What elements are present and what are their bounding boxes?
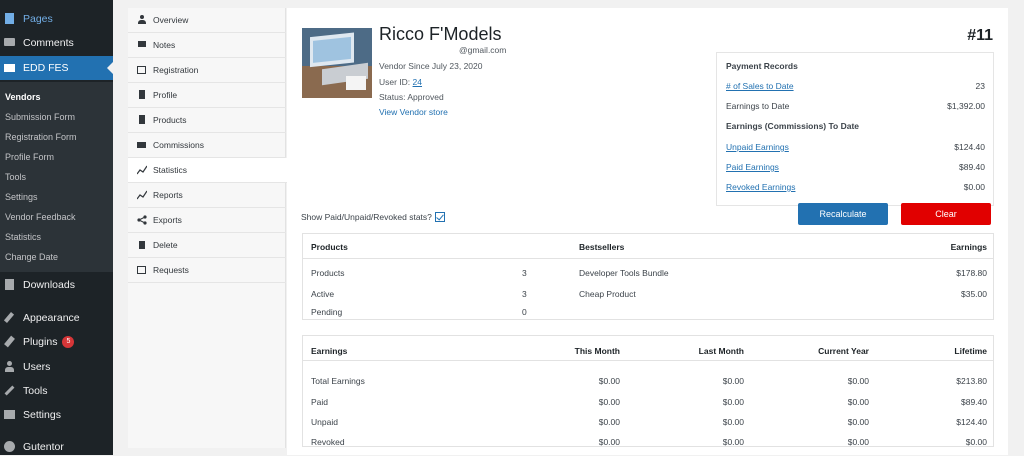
- list-icon: [137, 65, 147, 75]
- view-vendor-store-link[interactable]: View Vendor store: [379, 107, 448, 117]
- submenu-vendors[interactable]: Vendors: [5, 92, 41, 102]
- commissions-title: Earnings (Commissions) To Date: [726, 121, 860, 131]
- vendor-tab-products[interactable]: Products: [128, 108, 286, 133]
- chart-line-icon: [136, 165, 148, 175]
- products-summary-box: Products Bestsellers Earnings Products 3…: [302, 233, 994, 320]
- unpaid-earnings-row: Unpaid Earnings $124.40: [726, 142, 985, 152]
- document-icon: [137, 90, 147, 100]
- col-products: Products: [311, 242, 348, 252]
- unpaid-earnings-link[interactable]: Unpaid Earnings: [726, 142, 789, 152]
- vendor-tab-reports[interactable]: Reports: [128, 183, 286, 208]
- wrench-icon: [4, 385, 16, 397]
- share-icon: [137, 215, 147, 225]
- vendor-tab-profile[interactable]: Profile: [128, 83, 286, 108]
- earnings-summary-header: Earnings This Month Last Month Current Y…: [303, 336, 993, 361]
- col-bestsellers: Bestsellers: [579, 242, 625, 252]
- users-icon: [4, 361, 16, 373]
- gutentor-icon: [4, 441, 16, 453]
- products-summary-header: Products Bestsellers Earnings: [303, 234, 993, 259]
- submenu-profile-form[interactable]: Profile Form: [5, 152, 54, 162]
- comment-icon: [137, 40, 147, 50]
- col-lifetime: Lifetime: [954, 346, 987, 356]
- payment-records-box: Payment Records # of Sales to Date 23 Ea…: [716, 52, 994, 206]
- vendor-tabs-nav: Overview Notes Registration Profile Prod…: [128, 8, 287, 448]
- submenu-change-date[interactable]: Change Date: [5, 252, 58, 262]
- menu-plugins[interactable]: Plugins 5: [0, 333, 113, 351]
- submenu-vendor-feedback[interactable]: Vendor Feedback: [5, 212, 76, 222]
- payment-records-title: Payment Records: [726, 61, 798, 71]
- col-earnings: Earnings: [950, 242, 987, 252]
- revoked-earnings-row: Revoked Earnings $0.00: [726, 182, 985, 192]
- vendor-since: Vendor Since July 23, 2020: [379, 61, 483, 71]
- menu-edd-fes[interactable]: EDD FES: [0, 56, 113, 80]
- earnings-summary-box: Earnings This Month Last Month Current Y…: [302, 335, 994, 447]
- settings-icon: [4, 409, 16, 421]
- vendor-tab-overview[interactable]: Overview: [128, 8, 286, 33]
- vendor-tab-statistics[interactable]: Statistics: [128, 158, 287, 183]
- submenu-submission-form[interactable]: Submission Form: [5, 112, 75, 122]
- vendor-statistics-panel: Ricco F'Models @gmail.com Vendor Since J…: [287, 8, 1008, 455]
- chart-line-icon: [136, 190, 148, 200]
- col-earnings-label: Earnings: [311, 346, 348, 356]
- sales-to-date-row: # of Sales to Date 23: [726, 81, 985, 91]
- menu-pages[interactable]: Pages: [0, 10, 113, 28]
- vendor-tab-notes[interactable]: Notes: [128, 33, 286, 58]
- comment-icon: [4, 37, 16, 49]
- inbox-icon: [137, 265, 147, 275]
- menu-settings[interactable]: Settings: [0, 406, 113, 424]
- cart-icon: [137, 140, 147, 150]
- vendor-email: @gmail.com: [459, 45, 507, 55]
- show-stats-checkbox[interactable]: [434, 212, 445, 222]
- vendor-tab-delete[interactable]: Delete: [128, 233, 286, 258]
- menu-downloads[interactable]: Downloads: [0, 276, 113, 294]
- submenu-registration-form[interactable]: Registration Form: [5, 132, 77, 142]
- recalculate-button[interactable]: Recalculate: [798, 203, 888, 225]
- vendor-tab-commissions[interactable]: Commissions: [128, 133, 286, 158]
- col-current-year: Current Year: [818, 346, 869, 356]
- earnings-to-date-row: Earnings to Date $1,392.00: [726, 101, 985, 111]
- vendor-tab-exports[interactable]: Exports: [128, 208, 286, 233]
- trash-icon: [137, 240, 147, 250]
- admin-sidebar: Pages Comments EDD FES Vendors Submissio…: [0, 0, 113, 455]
- menu-appearance[interactable]: Appearance: [0, 309, 113, 327]
- user-icon: [137, 15, 147, 25]
- revoked-earnings-link[interactable]: Revoked Earnings: [726, 182, 795, 192]
- vendor-tab-registration[interactable]: Registration: [128, 58, 286, 83]
- submenu-settings[interactable]: Settings: [5, 192, 38, 202]
- menu-tools[interactable]: Tools: [0, 382, 113, 400]
- vendor-status: Status: Approved: [379, 92, 444, 102]
- edd-fes-submenu: Vendors Submission Form Registration For…: [0, 82, 113, 272]
- vendor-avatar: [302, 28, 372, 98]
- paid-earnings-link[interactable]: Paid Earnings: [726, 162, 779, 172]
- user-id-link[interactable]: 24: [413, 77, 422, 87]
- col-this-month: This Month: [574, 346, 620, 356]
- menu-gutentor[interactable]: Gutentor: [0, 438, 113, 456]
- pages-icon: [4, 13, 16, 25]
- edd-fes-icon: [4, 62, 16, 74]
- document-icon: [137, 115, 147, 125]
- paintbrush-icon: [3, 312, 16, 324]
- menu-comments[interactable]: Comments: [0, 34, 113, 52]
- paid-earnings-row: Paid Earnings $89.40: [726, 162, 985, 172]
- show-stats-option: Show Paid/Unpaid/Revoked stats?: [301, 212, 445, 222]
- plugin-icon: [4, 335, 16, 348]
- submenu-tools[interactable]: Tools: [5, 172, 26, 182]
- menu-users[interactable]: Users: [0, 358, 113, 376]
- vendor-name: Ricco F'Models: [379, 24, 502, 44]
- vendor-user-id: User ID: 24: [379, 77, 423, 87]
- vendor-tab-requests[interactable]: Requests: [128, 258, 286, 283]
- plugins-update-badge: 5: [62, 336, 75, 348]
- vendor-number: #11: [967, 27, 993, 44]
- download-icon: [4, 279, 16, 291]
- col-last-month: Last Month: [698, 346, 744, 356]
- sales-to-date-link[interactable]: # of Sales to Date: [726, 81, 794, 91]
- clear-button[interactable]: Clear: [901, 203, 991, 225]
- submenu-statistics[interactable]: Statistics: [5, 232, 41, 242]
